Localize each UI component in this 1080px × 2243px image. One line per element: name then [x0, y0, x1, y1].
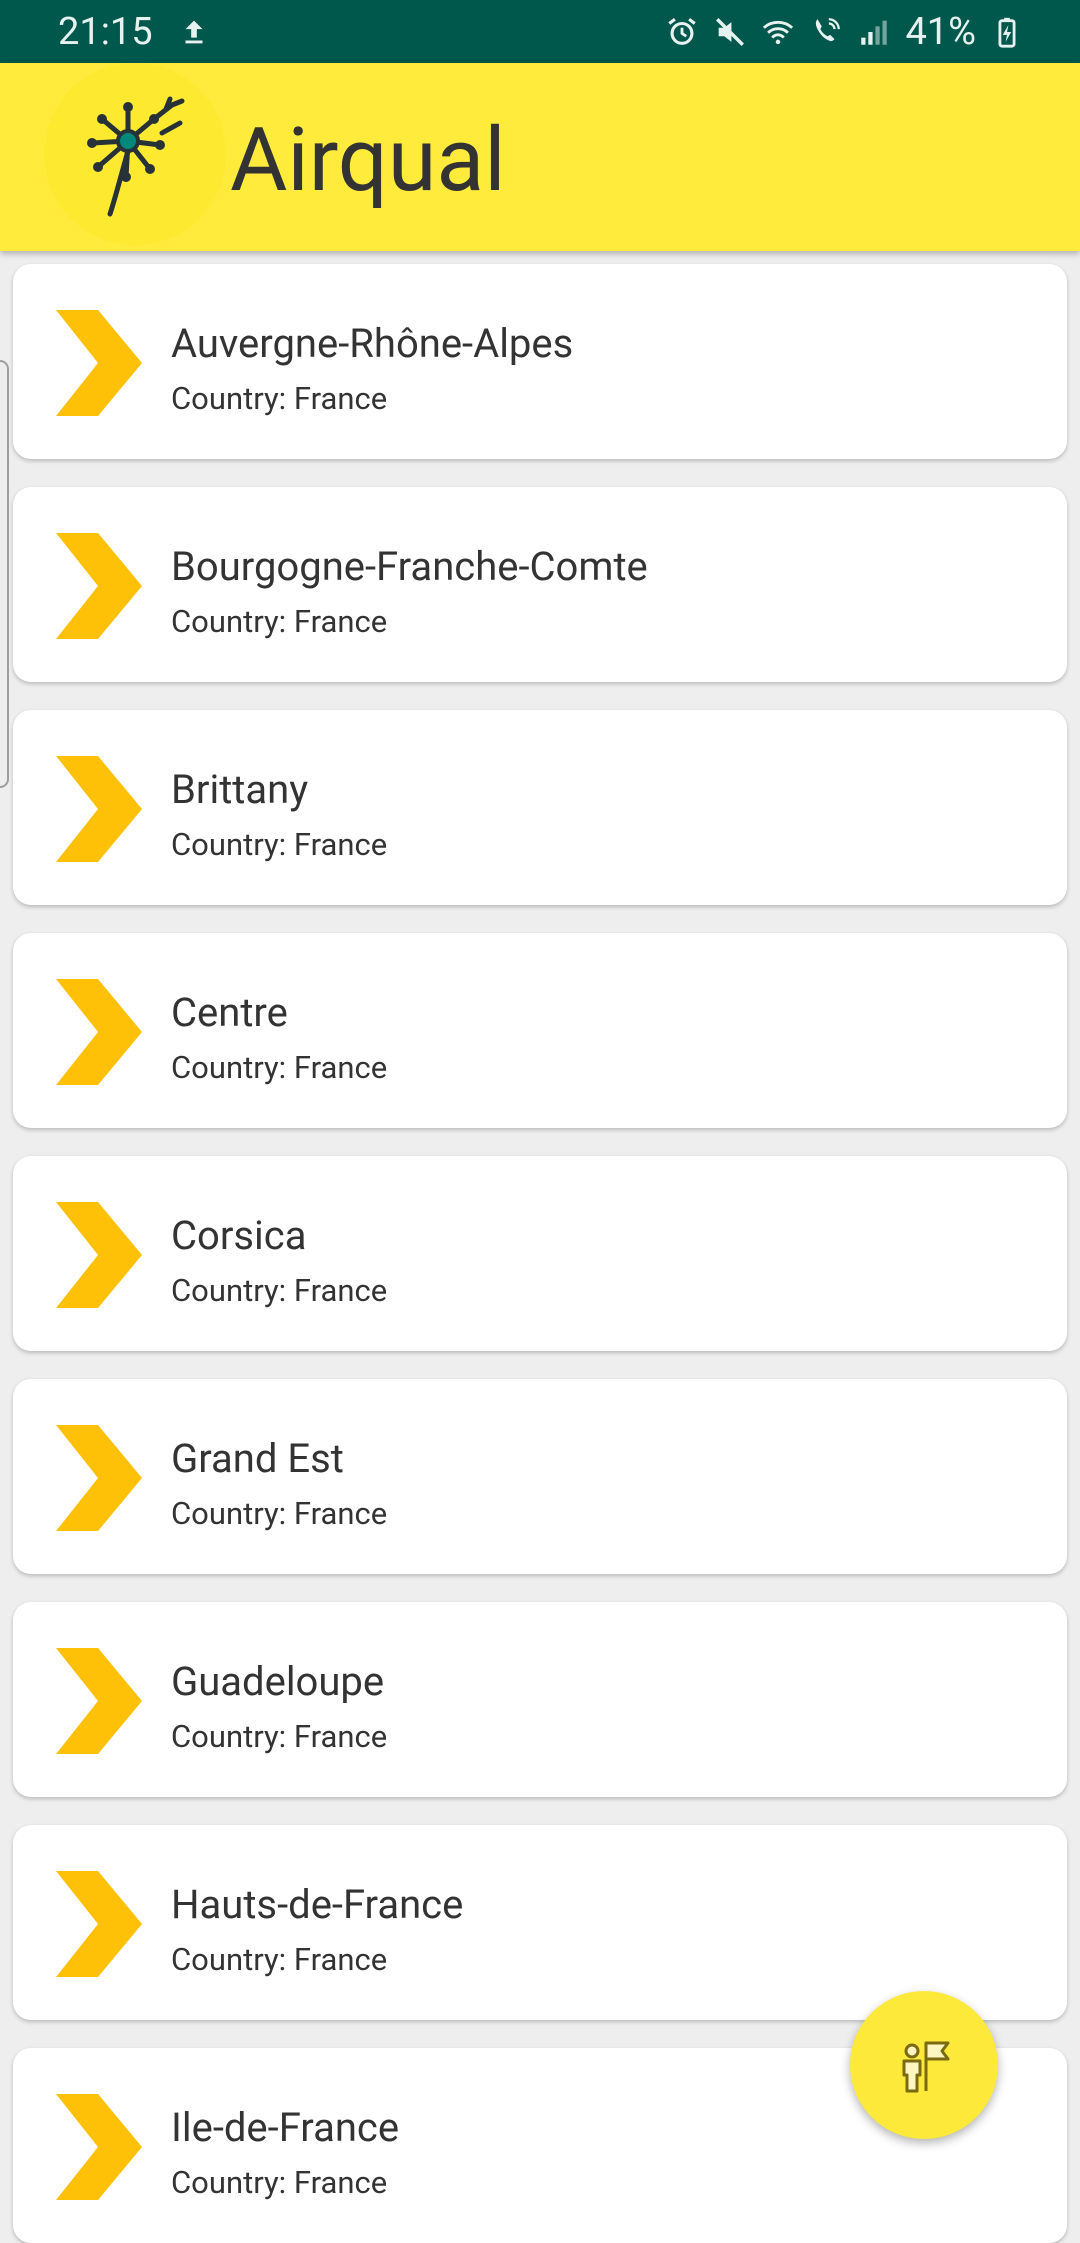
region-name: Grand Est — [171, 1435, 344, 1482]
list-item[interactable]: Guadeloupe Country: France — [13, 1602, 1067, 1797]
region-country: Country: France — [171, 826, 388, 863]
list-item[interactable]: Corsica Country: France — [13, 1156, 1067, 1351]
chevron-right-icon — [56, 1202, 142, 1308]
region-country: Country: France — [171, 1718, 388, 1755]
list-item[interactable]: Brittany Country: France — [13, 710, 1067, 905]
chevron-right-icon — [56, 979, 142, 1085]
list-item[interactable]: Bourgogne-Franche-Comte Country: France — [13, 487, 1067, 682]
region-country: Country: France — [171, 1049, 388, 1086]
chevron-right-icon — [56, 533, 142, 639]
wifi-icon — [761, 15, 795, 49]
battery-percent: 41% — [905, 9, 976, 54]
region-country: Country: France — [171, 1495, 388, 1532]
chevron-right-icon — [56, 1648, 142, 1754]
status-bar: 21:15 41% — [0, 0, 1080, 63]
region-name: Corsica — [171, 1212, 307, 1259]
region-country: Country: France — [171, 380, 388, 417]
battery-charging-icon — [990, 15, 1024, 49]
region-name: Guadeloupe — [171, 1658, 385, 1705]
status-time: 21:15 — [58, 9, 153, 54]
list-item[interactable]: Auvergne-Rhône-Alpes Country: France — [13, 264, 1067, 459]
signal-icon — [857, 15, 891, 49]
region-name: Brittany — [171, 766, 309, 813]
region-country: Country: France — [171, 1941, 388, 1978]
chevron-right-icon — [56, 2094, 142, 2200]
chevron-right-icon — [56, 1425, 142, 1531]
upload-icon — [177, 15, 211, 49]
dandelion-logo-icon — [44, 63, 226, 245]
region-name: Centre — [171, 989, 288, 1036]
mute-icon — [713, 15, 747, 49]
chevron-right-icon — [56, 1871, 142, 1977]
list-item[interactable]: Hauts-de-France Country: France — [13, 1825, 1067, 2020]
list-item[interactable]: Grand Est Country: France — [13, 1379, 1067, 1574]
list-item[interactable]: Centre Country: France — [13, 933, 1067, 1128]
region-country: Country: France — [171, 1272, 388, 1309]
person-flag-icon — [902, 2041, 950, 2093]
chevron-right-icon — [56, 756, 142, 862]
fab-button[interactable] — [850, 1991, 998, 2139]
region-name: Auvergne-Rhône-Alpes — [171, 320, 574, 367]
app-title: Airqual — [230, 109, 506, 212]
wifi-calling-icon — [809, 15, 843, 49]
app-bar: Airqual — [0, 63, 1080, 251]
region-name: Bourgogne-Franche-Comte — [171, 543, 648, 590]
region-name: Ile-de-France — [171, 2104, 400, 2151]
region-country: Country: France — [171, 603, 388, 640]
scrollbar[interactable] — [0, 360, 9, 788]
alarm-icon — [665, 15, 699, 49]
chevron-right-icon — [56, 310, 142, 416]
region-country: Country: France — [171, 2164, 388, 2201]
region-name: Hauts-de-France — [171, 1881, 464, 1928]
